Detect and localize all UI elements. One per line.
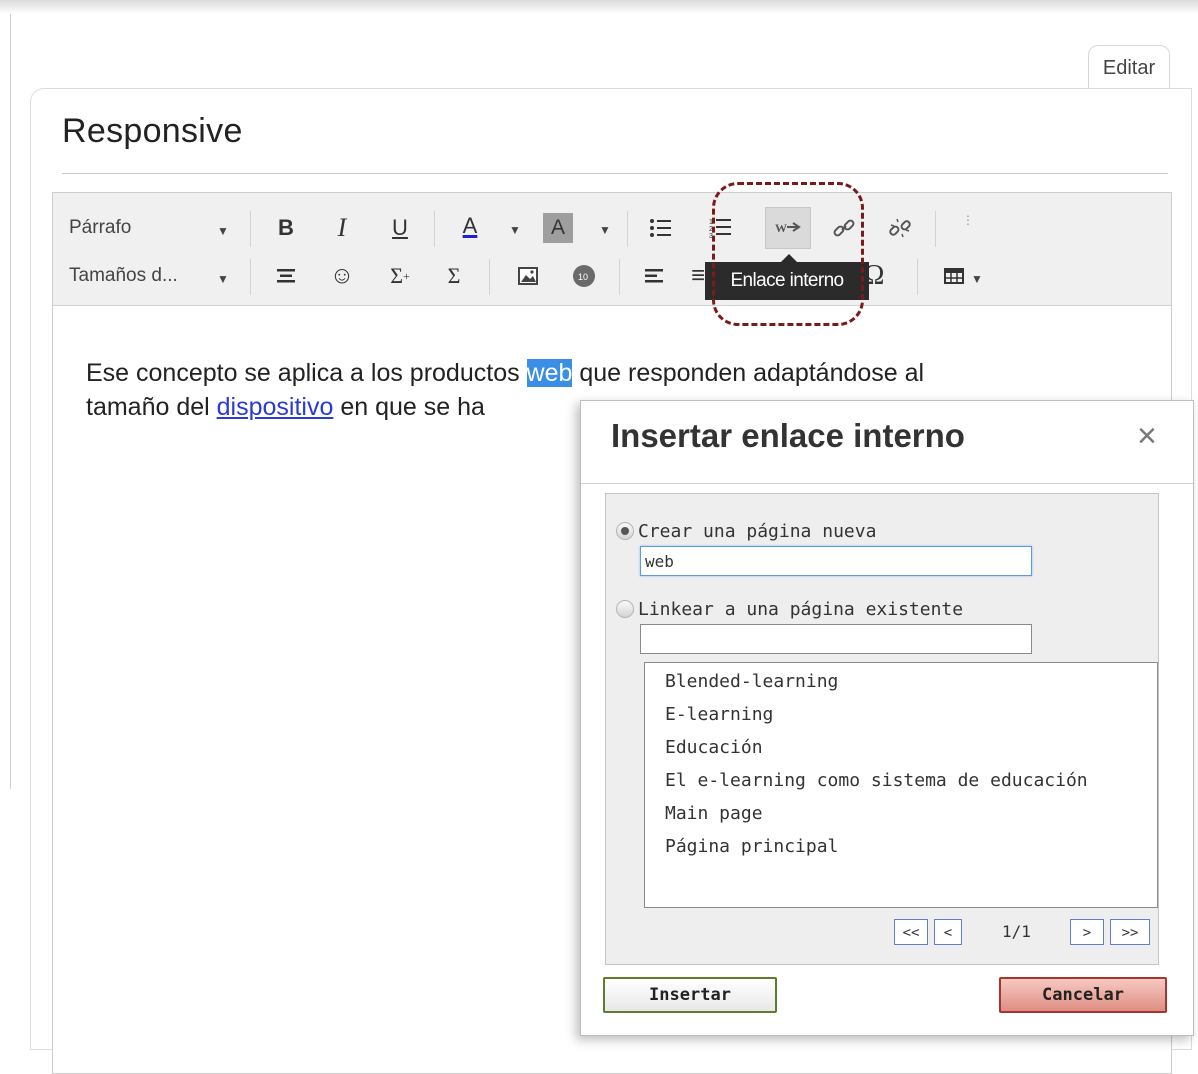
font-color-button[interactable]: A — [453, 209, 487, 243]
chevron-down-icon: ▼ — [217, 224, 229, 238]
toolbar-separator — [250, 259, 251, 295]
emoji-icon[interactable]: ☺ — [325, 259, 359, 293]
top-shadow — [0, 0, 1198, 14]
content-text: tamaño del — [86, 393, 217, 421]
toolbar-separator — [935, 211, 936, 247]
more-options-icon[interactable]: ⋮ — [951, 203, 985, 237]
pager-first-button[interactable]: << — [894, 919, 928, 945]
list-item[interactable]: Main page — [665, 803, 763, 824]
tab-editar[interactable]: Editar — [1088, 45, 1170, 90]
dialog-body: Crear una página nueva web Linkear a una… — [605, 493, 1159, 965]
dialog-divider — [581, 483, 1193, 484]
content-text: en que se ha — [333, 393, 485, 421]
toolbar-separator — [619, 259, 620, 295]
chevron-down-icon[interactable]: ▼ — [509, 223, 521, 237]
left-border — [10, 14, 11, 789]
chevron-down-icon[interactable]: ▼ — [599, 223, 611, 237]
pager-last-button[interactable]: >> — [1110, 919, 1150, 945]
unlink-icon[interactable] — [883, 211, 917, 245]
existing-page-label: Linkear a una página existente — [638, 599, 964, 620]
underline-button[interactable]: U — [383, 211, 417, 245]
toolbar-separator — [250, 211, 251, 247]
insert-button[interactable]: Insertar — [603, 977, 777, 1013]
font-size-select[interactable]: Tamaños d... — [69, 265, 178, 287]
svg-text:10: 10 — [578, 272, 588, 282]
content-text: Ese concepto se aplica a los productos — [86, 359, 527, 387]
toolbar-separator — [489, 259, 490, 295]
image-icon[interactable] — [511, 259, 545, 293]
insert-internal-link-dialog: Insertar enlace interno × Crear una pági… — [580, 400, 1194, 1036]
page-list[interactable]: Blended-learning E-learning Educación El… — [644, 662, 1158, 908]
content-text: que responden adaptándose al — [572, 359, 925, 387]
list-item[interactable]: El e-learning como sistema de educación — [665, 770, 1088, 791]
radio-existing-page[interactable] — [616, 600, 634, 618]
bullet-list-icon[interactable] — [643, 211, 677, 245]
title-divider — [62, 173, 1168, 174]
dialog-title: Insertar enlace interno — [611, 417, 965, 454]
chevron-down-icon[interactable]: ▼ — [971, 272, 983, 286]
content-link[interactable]: dispositivo — [217, 393, 334, 421]
toolbar-separator — [627, 211, 628, 247]
close-icon[interactable]: × — [1137, 419, 1157, 453]
editor-toolbar: Párrafo ▼ B I U A ▼ A ▼ 123 W ⋮ Tamaños … — [53, 193, 1171, 306]
media-icon[interactable]: 10 — [567, 259, 601, 293]
background-color-button[interactable]: A — [543, 213, 573, 243]
radio-selected-dot — [621, 527, 629, 535]
selected-text: web — [526, 359, 573, 387]
existing-page-input[interactable] — [640, 624, 1032, 654]
pager-status: 1/1 — [1002, 922, 1031, 941]
math-symbol-icon[interactable]: Σ — [437, 259, 471, 293]
pager-prev-button[interactable]: < — [934, 919, 962, 945]
highlight-callout — [712, 182, 864, 326]
cancel-button[interactable]: Cancelar — [999, 977, 1167, 1013]
new-page-input[interactable]: web — [640, 546, 1032, 576]
list-item[interactable]: Blended-learning — [665, 671, 838, 692]
pager-next-button[interactable]: > — [1070, 919, 1104, 945]
align-left-icon[interactable] — [637, 259, 671, 293]
page-title: Responsive — [62, 112, 243, 150]
toolbar-separator — [434, 211, 435, 247]
chevron-down-icon: ▼ — [217, 272, 229, 286]
align-center-icon[interactable] — [269, 259, 303, 293]
list-item[interactable]: E-learning — [665, 704, 773, 725]
bold-button[interactable]: B — [269, 211, 303, 245]
formula-editor-icon[interactable]: Σ + — [383, 259, 417, 293]
list-item[interactable]: Página principal — [665, 836, 838, 857]
create-page-label: Crear una página nueva — [638, 521, 877, 542]
list-item[interactable]: Educación — [665, 737, 763, 758]
italic-button[interactable]: I — [325, 211, 359, 245]
toolbar-separator — [917, 259, 918, 295]
paragraph-format-select[interactable]: Párrafo — [69, 217, 131, 239]
radio-create-page[interactable] — [616, 522, 634, 540]
table-icon[interactable] — [937, 259, 971, 293]
